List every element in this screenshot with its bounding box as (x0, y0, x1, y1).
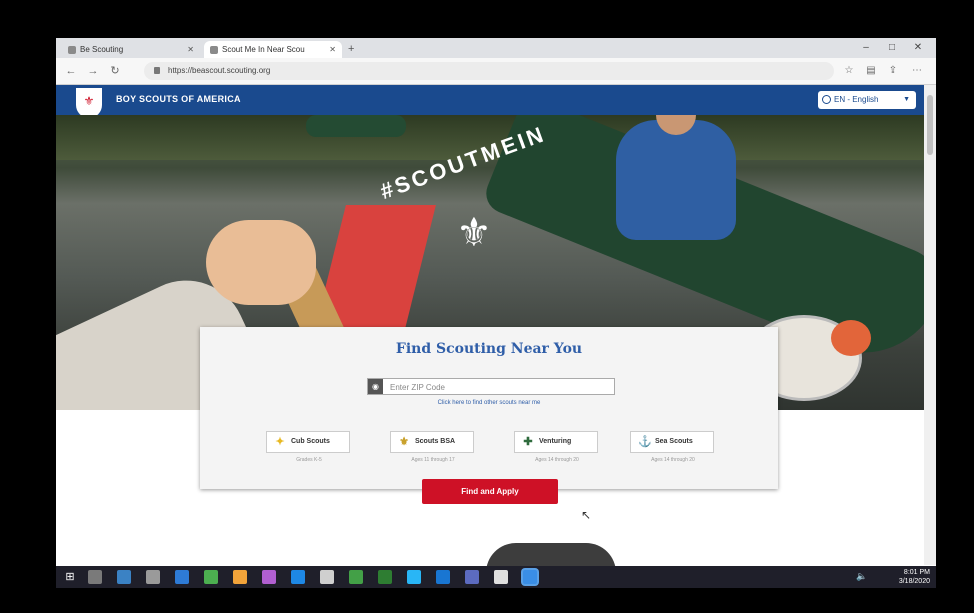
tab-close-icon[interactable]: ✕ (329, 41, 336, 58)
tab-favicon-icon (68, 46, 76, 54)
program-sea-scouts-button[interactable]: ⚓ Sea Scouts Ages 14 through 20 (630, 431, 714, 463)
taskbar-app-icon[interactable] (465, 570, 479, 584)
sea-scouts-icon: ⚓ (638, 436, 652, 448)
clock-date: 3/18/2020 (898, 578, 930, 585)
hero-hand (206, 220, 316, 305)
taskbar-app-icon[interactable] (436, 570, 450, 584)
address-bar[interactable]: https://beascout.scouting.org (144, 62, 834, 80)
program-cub-scouts-button[interactable]: ✦ Cub Scouts Grades K-5 (266, 431, 350, 463)
favorites-star-icon[interactable]: ☆ (840, 62, 858, 80)
help-link[interactable]: Click here to find other scouts near me (200, 400, 778, 406)
more-menu-icon[interactable]: ⋯ (908, 62, 926, 80)
hero-distant-canoe (306, 115, 406, 137)
language-label: EN - English (834, 95, 879, 104)
new-tab-button[interactable]: + (348, 41, 354, 57)
windows-start-icon[interactable]: ⊞ (64, 571, 76, 583)
taskbar-app-icon[interactable] (523, 570, 537, 584)
browser-tab-2-active[interactable]: Scout Me In Near Scou ✕ (204, 41, 342, 58)
program-sub: Ages 11 through 17 (411, 457, 455, 463)
desktop-screen: Be Scouting ✕ Scout Me In Near Scou ✕ + … (56, 38, 936, 588)
program-label: Sea Scouts (655, 438, 693, 445)
venturing-icon: ✚ (523, 436, 533, 448)
hero-paddler (616, 120, 736, 240)
browser-tab-bar: Be Scouting ✕ Scout Me In Near Scou ✕ + … (56, 38, 936, 58)
speaker-icon[interactable]: 🔈 (856, 571, 867, 582)
program-sub: Ages 14 through 20 (651, 457, 695, 463)
forward-arrow-icon[interactable]: → (84, 62, 102, 80)
taskbar-app-icon[interactable] (291, 570, 305, 584)
taskbar-app-icon[interactable] (175, 570, 189, 584)
site-header: ⚜ BOY SCOUTS OF AMERICA EN - English ▼ (56, 85, 924, 118)
program-scouts-bsa-button[interactable]: ⚜ Scouts BSA Ages 11 through 17 (390, 431, 474, 463)
refresh-icon[interactable]: ↻ (106, 62, 124, 80)
browser-tab-1[interactable]: Be Scouting ✕ (62, 41, 200, 58)
browser-toolbar: ← → ↻ https://beascout.scouting.org ☆ ▤ … (56, 58, 936, 85)
program-label: Venturing (539, 438, 572, 445)
language-selector[interactable]: EN - English ▼ (818, 91, 916, 109)
taskbar-app-icon[interactable] (117, 570, 131, 584)
tab-close-icon[interactable]: ✕ (187, 41, 194, 58)
taskbar-app-icon[interactable] (88, 570, 102, 584)
taskbar-app-icon[interactable] (349, 570, 363, 584)
cub-scouts-icon: ✦ (275, 436, 285, 448)
chevron-down-icon: ▼ (903, 96, 910, 103)
globe-icon (822, 95, 831, 104)
clock-time: 8:01 PM (903, 569, 930, 576)
taskbar-app-icon[interactable] (233, 570, 247, 584)
tab-favicon-icon (210, 46, 218, 54)
find-scouting-heading: Find Scouting Near You (395, 341, 583, 357)
close-window-button[interactable]: ✕ (908, 40, 928, 56)
system-clock[interactable]: 8:01 PM 3/18/2020 (878, 568, 930, 586)
page-scrollbar[interactable] (924, 85, 936, 565)
share-icon[interactable]: ⇪ (884, 62, 902, 80)
back-arrow-icon[interactable]: ← (62, 62, 80, 80)
find-and-apply-button[interactable]: Find and Apply (422, 479, 558, 504)
scrollbar-thumb[interactable] (927, 95, 933, 155)
zip-input[interactable] (388, 380, 612, 395)
taskbar-app-icon[interactable] (262, 570, 276, 584)
bsa-logo[interactable]: ⚜ (76, 88, 102, 118)
minimize-button[interactable]: – (856, 40, 876, 56)
address-url: https://beascout.scouting.org (168, 66, 271, 75)
taskbar-app-icon[interactable] (320, 570, 334, 584)
taskbar-app-icon[interactable] (378, 570, 392, 584)
program-sub: Grades K-5 (296, 457, 322, 463)
program-label: Scouts BSA (415, 438, 456, 445)
program-venturing-button[interactable]: ✚ Venturing Ages 14 through 20 (514, 431, 598, 463)
program-label: Cub Scouts (291, 438, 330, 445)
hero-emblem-icon: ⚜ (456, 211, 492, 255)
collections-icon[interactable]: ▤ (862, 62, 880, 80)
scouts-bsa-icon: ⚜ (399, 436, 409, 448)
site-name[interactable]: BOY SCOUTS OF AMERICA (116, 94, 241, 104)
tab-title: Scout Me In Near Scou (222, 45, 305, 54)
taskbar-app-icon[interactable] (494, 570, 508, 584)
taskbar-app-icon[interactable] (407, 570, 421, 584)
maximize-button[interactable]: □ (882, 40, 902, 56)
mouse-cursor-icon: ↖ (581, 508, 592, 522)
taskbar-app-icon[interactable] (204, 570, 218, 584)
location-pin-icon: ◉ (368, 379, 383, 394)
find-scouting-card: Find Scouting Near You ◉ Click here to f… (200, 327, 778, 504)
hero-patch-orange (831, 320, 871, 356)
zip-search-box: ◉ (367, 378, 615, 395)
taskbar-app-icon[interactable] (146, 570, 160, 584)
tab-title: Be Scouting (80, 45, 124, 54)
windows-taskbar: ⊞ 🔈 8:01 PM 3/18/2020 (56, 566, 936, 588)
lock-icon (154, 67, 160, 74)
fleur-de-lis-icon: ⚜ (83, 94, 95, 108)
program-sub: Ages 14 through 20 (535, 457, 579, 463)
